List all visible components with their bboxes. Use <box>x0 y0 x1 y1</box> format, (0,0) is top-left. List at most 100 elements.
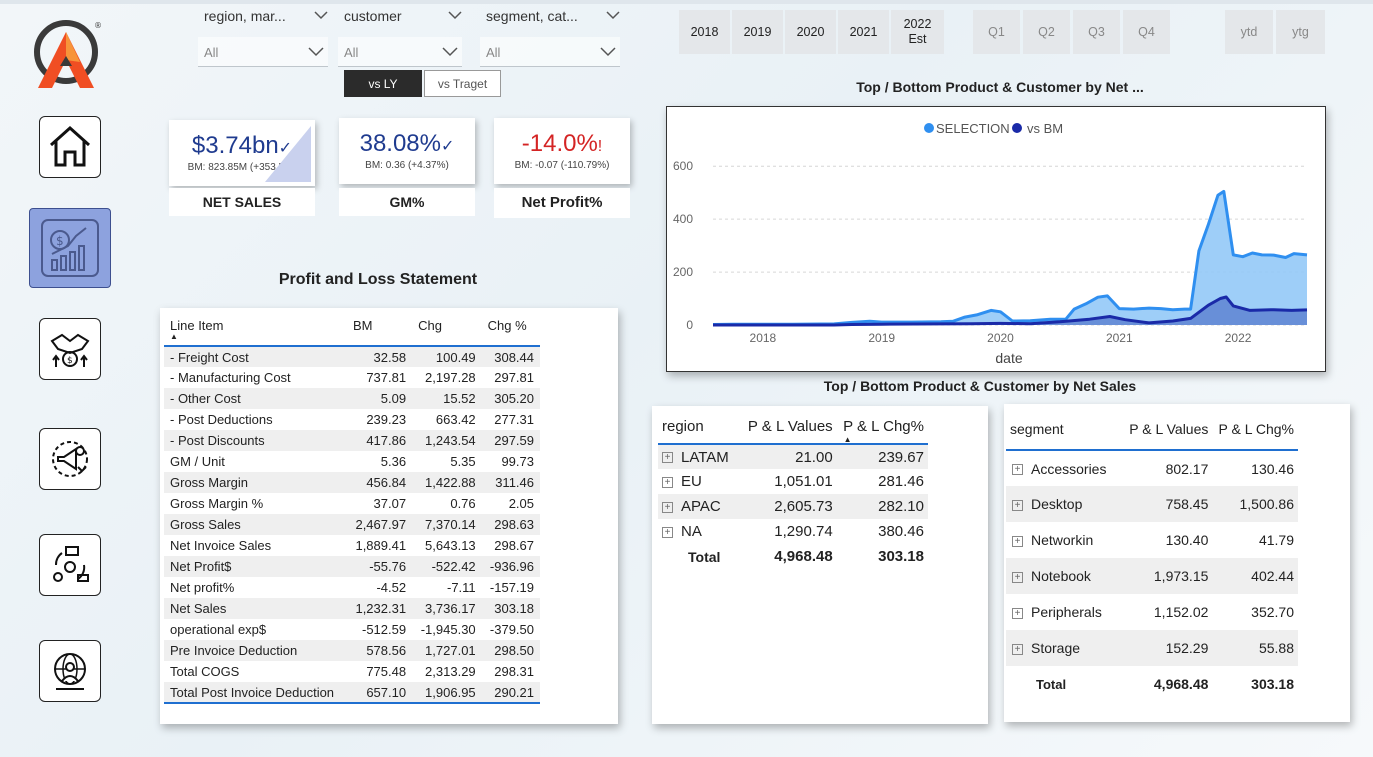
table-row[interactable]: Gross Margin % 37.07 0.76 2.05 <box>164 493 540 514</box>
expand-plus-icon[interactable]: + <box>1012 643 1023 655</box>
customer-filter-dropdown[interactable]: All <box>338 37 462 67</box>
value-cell: 41.79 <box>1258 532 1294 548</box>
customer-filter-value: All <box>344 45 359 60</box>
ytd-button[interactable]: ytd <box>1225 10 1273 54</box>
year-button-2018[interactable]: 2018 <box>679 10 730 54</box>
value-cell: 239.23 <box>366 412 407 427</box>
nav-sales-button[interactable]: $ <box>39 318 101 380</box>
region-filter-dropdown[interactable]: All <box>198 37 328 67</box>
table-row[interactable]: Total Post Invoice Deduction 657.10 1,906.… <box>164 682 540 703</box>
table-row[interactable]: Gross Sales 2,467.97 7,370.14 298.63 <box>164 514 540 535</box>
expand-plus-icon[interactable]: + <box>662 476 673 488</box>
year-button-2021[interactable]: 2021 <box>838 10 889 54</box>
legend-label-vs-bm: vs BM <box>1027 121 1063 136</box>
value-cell: 802.17 <box>1165 460 1209 477</box>
expand-plus-icon[interactable]: + <box>662 526 673 538</box>
expand-plus-icon[interactable]: + <box>1012 607 1023 619</box>
value-cell: 281.46 <box>878 473 924 490</box>
table-row[interactable]: Net profit% -4.52 -7.11 -157.19 <box>164 577 540 598</box>
customer-filter[interactable]: customer All <box>338 8 462 68</box>
table-row[interactable]: GM / Unit 5.36 5.35 99.73 <box>164 451 540 472</box>
table-row[interactable]: + APAC 2,605.73 282.10 <box>658 494 928 519</box>
column-header-bm[interactable]: BM <box>347 314 412 346</box>
trend-wedge-icon <box>265 126 311 182</box>
expand-plus-icon[interactable]: + <box>662 501 673 513</box>
segment-filter[interactable]: segment, cat... All <box>480 8 620 68</box>
marketing-icon <box>52 441 88 477</box>
table-row[interactable]: - Post Discounts 417.86 1,243.54 297.59 <box>164 430 540 451</box>
column-header-segment-pl-values[interactable]: P & L Values <box>1119 408 1208 450</box>
table-row[interactable]: Net Sales 1,232.31 3,736.17 303.18 <box>164 598 540 619</box>
table-row[interactable]: + Accessories 802.17 130.46 <box>1006 450 1298 486</box>
quarter-button-q1[interactable]: Q1 <box>973 10 1020 54</box>
table-row[interactable]: + Storage 152.29 55.88 <box>1006 630 1298 666</box>
table-row[interactable]: Pre Invoice Deduction 578.56 1,727.01 298.5… <box>164 640 540 661</box>
table-row[interactable]: Net Profit$ -55.76 -522.42 -936.96 <box>164 556 540 577</box>
quarter-button-q3[interactable]: Q3 <box>1073 10 1120 54</box>
expand-plus-icon[interactable]: + <box>1012 464 1023 476</box>
column-header-line-item[interactable]: Line Item ▲ <box>164 314 347 346</box>
expand-plus-icon[interactable]: + <box>1012 499 1023 511</box>
line-item-cell: - Freight Cost <box>164 346 347 367</box>
quarter-button-q4[interactable]: Q4 <box>1123 10 1170 54</box>
y-tick-label: 0 <box>686 318 693 332</box>
line-item-cell: Net Profit$ <box>164 556 347 577</box>
table-row[interactable]: + Peripherals 1,152.02 352.70 <box>1006 594 1298 630</box>
chevron-down-icon <box>442 47 458 57</box>
value-cell: 297.59 <box>481 430 540 451</box>
region-filter[interactable]: region, mar... All <box>198 8 328 68</box>
value-cell: 298.63 <box>481 514 540 535</box>
chevron-down-icon <box>314 11 328 20</box>
table-row[interactable]: Gross Margin 456.84 1,422.88 311.46 <box>164 472 540 493</box>
expand-plus-icon[interactable]: + <box>1012 571 1023 583</box>
column-header-pl-values[interactable]: P & L Values <box>737 410 833 444</box>
quarter-button-q2[interactable]: Q2 <box>1023 10 1070 54</box>
column-header-region[interactable]: region <box>658 410 737 444</box>
expand-plus-icon[interactable]: + <box>662 452 673 464</box>
column-header-pl-chg[interactable]: P & L Chg% ▲ <box>833 410 928 444</box>
segment-filter-value: All <box>486 45 501 60</box>
table-row[interactable]: - Other Cost 5.09 15.52 305.20 <box>164 388 540 409</box>
column-header-chg[interactable]: Chg <box>412 314 482 346</box>
vs-target-button[interactable]: vs Traget <box>424 70 501 97</box>
table-row[interactable]: Net Invoice Sales 1,889.41 5,643.13 298.67 <box>164 535 540 556</box>
table-row[interactable]: + EU 1,051.01 281.46 <box>658 469 928 494</box>
table-row[interactable]: + Desktop 758.45 1,500.86 <box>1006 486 1298 522</box>
svg-text:®: ® <box>94 21 102 30</box>
column-header-segment-pl-chg[interactable]: P & L Chg% <box>1208 408 1298 450</box>
expand-plus-icon[interactable]: + <box>1012 535 1023 547</box>
year-button-2019[interactable]: 2019 <box>732 10 783 54</box>
nav-customer-button[interactable] <box>39 640 101 702</box>
table-row[interactable]: + LATAM 21.00 239.67 <box>658 444 928 469</box>
segment-filter-dropdown[interactable]: All <box>480 37 620 67</box>
vs-ly-button[interactable]: vs LY <box>344 70 422 97</box>
svg-text:$: $ <box>56 234 64 248</box>
value-cell: -157.19 <box>489 580 534 595</box>
nav-supply-chain-button[interactable] <box>39 534 101 596</box>
table-row[interactable]: - Freight Cost 32.58 100.49 308.44 <box>164 346 540 367</box>
total-cell: Total <box>1036 676 1067 692</box>
table-row[interactable]: operational exp$ -512.59 -1,945.30 -379.50 <box>164 619 540 640</box>
table-row[interactable]: - Post Deductions 239.23 663.42 277.31 <box>164 409 540 430</box>
nav-home-button[interactable] <box>39 116 101 178</box>
year-button-2020[interactable]: 2020 <box>785 10 836 54</box>
table-row[interactable]: + NA 1,290.74 380.46 <box>658 519 928 544</box>
year-button-2022-est[interactable]: 2022 Est <box>891 10 944 54</box>
column-header-chg-percent[interactable]: Chg % <box>482 314 540 346</box>
segment-cell: + Storage <box>1006 630 1119 666</box>
legend-label-selection: SELECTION <box>936 121 1010 136</box>
ytg-button[interactable]: ytg <box>1276 10 1325 54</box>
column-header-segment[interactable]: segment <box>1006 408 1119 450</box>
segment-cell: + Peripherals <box>1006 594 1119 630</box>
x-tick-label: 2018 <box>750 331 777 345</box>
table-row[interactable]: + Networkin 130.40 41.79 <box>1006 522 1298 558</box>
nav-marketing-button[interactable] <box>39 428 101 490</box>
total-row: Total 4,968.48 303.18 <box>658 544 928 569</box>
x-tick-label: 2020 <box>987 331 1014 345</box>
gm-percent-label: GM% <box>339 188 475 216</box>
table-row[interactable]: + Notebook 1,973.15 402.44 <box>1006 558 1298 594</box>
table-row[interactable]: Total COGS 775.48 2,313.29 298.31 <box>164 661 540 682</box>
table-row[interactable]: - Manufacturing Cost 737.81 2,197.28 297.81 <box>164 367 540 388</box>
nav-finance-button[interactable]: $ <box>29 208 111 288</box>
value-cell: 130.46 <box>1251 460 1294 477</box>
